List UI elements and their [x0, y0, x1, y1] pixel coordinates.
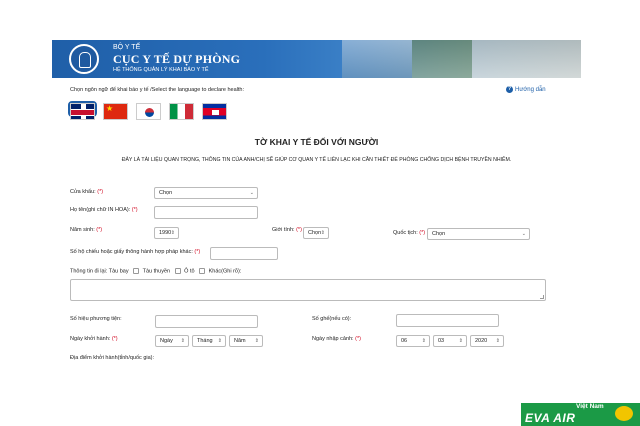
entry-date-label: Ngày nhập cảnh: (*)	[312, 336, 361, 342]
depart-day-select[interactable]: Ngày ⇕	[155, 335, 189, 347]
page: BỘ Y TẾ CỤC Y TẾ DỰ PHÒNG HỆ THỐNG QUẢN …	[52, 40, 581, 426]
birth-year-select[interactable]: 1990 ⇕	[154, 227, 179, 239]
resize-grip-icon[interactable]	[540, 295, 544, 299]
departure-place-label: Địa điểm khởi hành(tỉnh/quốc gia):	[70, 355, 155, 361]
vehicle-no-label: Số hiệu phương tiện:	[70, 316, 122, 322]
depart-year-select[interactable]: Năm ⇕	[229, 335, 263, 347]
language-label: Chọn ngôn ngữ để khai báo y tế /Select t…	[70, 87, 245, 93]
entry-year-select[interactable]: 2020 ⇕	[470, 335, 504, 347]
checkbox-plane[interactable]	[133, 268, 140, 274]
seat-no-input[interactable]	[396, 314, 499, 327]
cambodia-flag-icon[interactable]	[202, 103, 227, 120]
passport-label: Số hộ chiếu hoặc giấy thông hành hợp phá…	[70, 249, 201, 255]
china-flag-icon[interactable]	[103, 103, 128, 120]
gate-select[interactable]: Chọn ⌄	[154, 187, 258, 199]
birth-year-label: Năm sinh: (*)	[70, 227, 103, 233]
fullname-input[interactable]	[154, 206, 258, 219]
italy-flag-icon[interactable]	[169, 103, 194, 120]
language-flags	[68, 101, 227, 120]
watermark-brand: EVA AIR	[525, 411, 576, 425]
nationality-label: Quốc tịch: (*)	[393, 230, 426, 236]
nationality-select[interactable]: Chọn ⌄	[427, 228, 530, 240]
gender-select[interactable]: Chọn ⇕	[303, 227, 329, 239]
eva-air-watermark: Việt Nam EVA AIR	[521, 403, 640, 426]
gender-label: Giới tính: (*)	[272, 227, 302, 233]
header-banner: BỘ Y TẾ CỤC Y TẾ DỰ PHÒNG HỆ THỐNG QUẢN …	[52, 40, 581, 78]
travel-info-label: Thông tin đi lại: Tàu bay Tàu thuyền Ô t…	[70, 268, 242, 275]
fullname-label: Họ tên(ghi chữ IN HOA): (*)	[70, 207, 138, 213]
ministry-logo-icon	[69, 44, 99, 74]
form-notice: ĐÂY LÀ TÀI LIỆU QUAN TRỌNG, THÔNG TIN CỦ…	[121, 157, 512, 163]
korea-flag-icon[interactable]	[136, 103, 161, 120]
form-title: TỜ KHAI Y TẾ ĐỐI VỚI NGƯỜI	[254, 137, 379, 147]
travel-other-textarea[interactable]	[70, 279, 546, 301]
eva-air-logo-icon	[615, 406, 633, 421]
checkbox-car[interactable]	[199, 268, 206, 274]
watermark-country: Việt Nam	[576, 403, 604, 410]
header-org: BỘ Y TẾ	[113, 44, 141, 51]
entry-day-select[interactable]: 06 ⇕	[396, 335, 430, 347]
help-link[interactable]: ? Hướng dẫn	[506, 86, 546, 93]
help-label: Hướng dẫn	[515, 86, 546, 93]
passport-input[interactable]	[210, 247, 278, 260]
uk-flag-icon[interactable]	[70, 103, 95, 120]
seat-no-label: Số ghế(nếu có):	[312, 316, 352, 322]
question-icon: ?	[506, 86, 513, 93]
header-subtitle: HỆ THỐNG QUẢN LÝ KHAI BÁO Y TẾ	[113, 67, 209, 73]
header-title: CỤC Y TẾ DỰ PHÒNG	[113, 52, 241, 66]
depart-date-label: Ngày khởi hành: (*)	[70, 336, 118, 342]
depart-month-select[interactable]: Tháng ⇕	[192, 335, 226, 347]
gate-label: Cửa khẩu: (*)	[70, 189, 104, 195]
entry-month-select[interactable]: 03 ⇕	[433, 335, 467, 347]
vehicle-no-input[interactable]	[155, 315, 258, 328]
checkbox-ship[interactable]	[174, 268, 181, 274]
